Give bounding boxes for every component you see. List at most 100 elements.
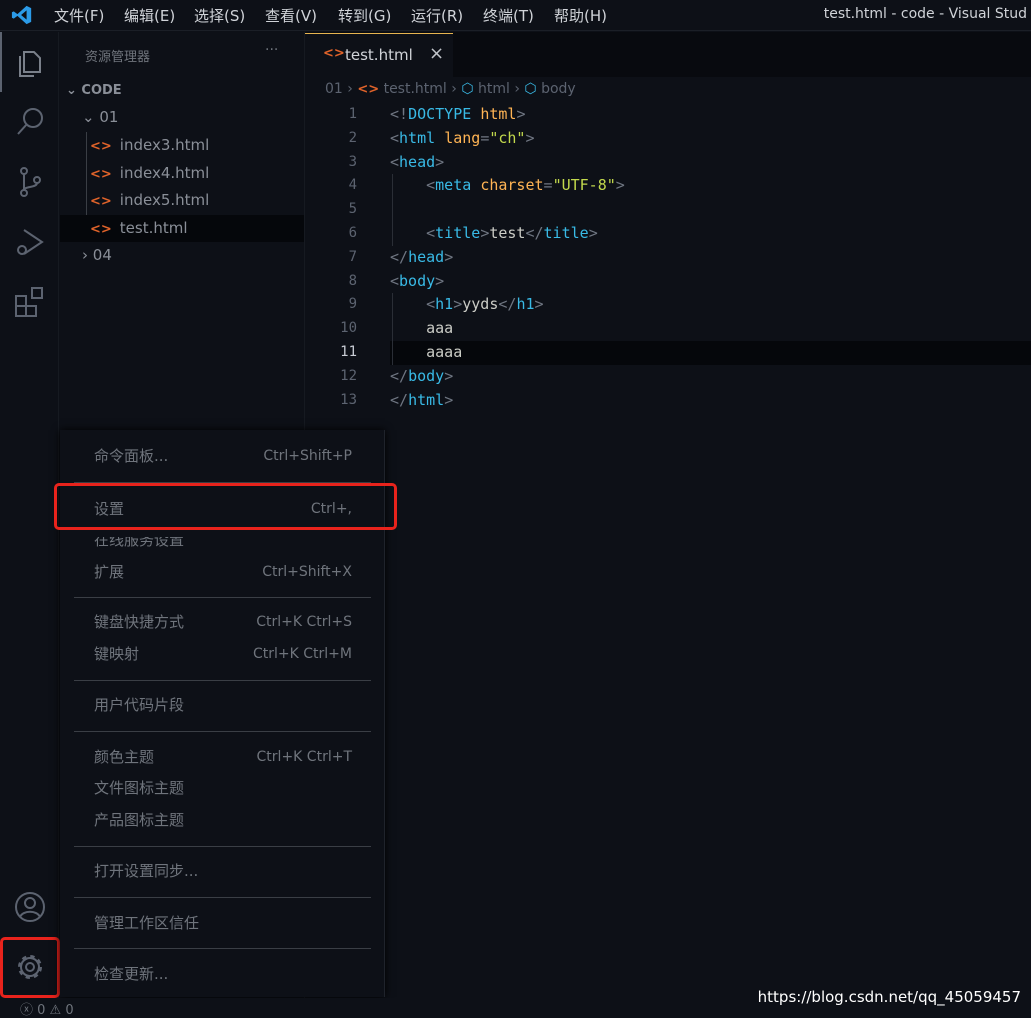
code-token: > <box>453 295 463 314</box>
code-line: <h1>yyds</h1> <box>390 295 544 314</box>
context-menu-item[interactable]: 打开设置同步... <box>94 859 352 883</box>
menu-item[interactable]: 选择(S) <box>194 5 245 26</box>
menu-separator <box>74 846 371 847</box>
code-token: = <box>543 176 553 195</box>
file-label: index4.html <box>119 163 210 182</box>
html-file-icon: <> <box>90 194 112 209</box>
menu-item[interactable]: 终端(T) <box>483 5 534 26</box>
current-line-highlight <box>390 341 1031 365</box>
window-title: test.html - code - Visual Stud <box>823 6 1027 22</box>
folder-04[interactable]: › 04 <box>82 242 112 269</box>
code-token: test <box>489 224 526 242</box>
line-number: 12 <box>340 367 357 384</box>
html-file-icon: <> <box>90 221 112 237</box>
context-menu-item[interactable]: 在线服务设置 <box>94 537 352 552</box>
file-item[interactable]: <> test.html <box>60 214 304 242</box>
code-token: < <box>390 128 400 147</box>
menu-item[interactable]: 编辑(E) <box>124 5 175 26</box>
code-token: </ <box>390 390 409 409</box>
folder-label: 01 <box>99 108 119 126</box>
context-menu-item[interactable]: 扩展 Ctrl+Shift+X <box>94 560 352 584</box>
html-file-icon: <> <box>323 46 345 61</box>
breadcrumb-body[interactable]: body <box>541 81 576 97</box>
breadcrumb-folder[interactable]: 01 <box>325 81 343 97</box>
run-debug-icon[interactable] <box>10 222 50 262</box>
folder-01[interactable]: ⌄ 01 <box>82 104 118 131</box>
tab-close-button[interactable]: × <box>429 43 444 64</box>
explorer-icon[interactable] <box>10 42 50 82</box>
code-token: > <box>444 366 454 385</box>
menu-item-label: 键盘快捷方式 <box>94 613 185 631</box>
activity-bar <box>0 32 60 998</box>
gear-icon[interactable] <box>10 947 50 987</box>
file-item[interactable]: <> index5.html <box>60 187 304 214</box>
workspace-root[interactable]: ⌄ CODE <box>66 77 122 104</box>
problems-indicator[interactable]: ⓧ 0 ⚠ 0 <box>20 999 74 1018</box>
code-line: <!DOCTYPE html> <box>390 105 525 123</box>
menu-item-label: 键映射 <box>94 645 140 663</box>
line-number: 4 <box>348 177 357 194</box>
code-editor[interactable]: 01 › <> test.html › ⬡ html › ⬡ body 1 <!D… <box>305 77 1031 998</box>
breadcrumb-html[interactable]: html <box>478 81 510 97</box>
menu-item-shortcut: Ctrl+K Ctrl+S <box>256 614 352 630</box>
menu-item-label: 用户代码片段 <box>94 696 185 714</box>
context-menu-item[interactable]: 命令面板... Ctrl+Shift+P <box>94 444 352 468</box>
code-token: > <box>615 176 625 195</box>
menu-separator <box>74 731 371 732</box>
menu-item-label: 管理工作区信任 <box>94 914 200 932</box>
search-icon[interactable] <box>10 102 50 142</box>
breadcrumb-file[interactable]: test.html <box>384 81 447 97</box>
menu-item-shortcut: Ctrl+Shift+X <box>262 564 352 580</box>
code-token: > <box>534 295 544 314</box>
menu-separator <box>74 597 371 598</box>
context-menu-item[interactable]: 管理工作区信任 <box>94 911 352 935</box>
context-menu-item[interactable]: 键映射 Ctrl+K Ctrl+M <box>94 642 352 666</box>
menu-item-label: 检查更新... <box>94 965 169 983</box>
context-menu-item[interactable]: 检查更新... <box>94 962 352 986</box>
file-item[interactable]: <> index3.html <box>60 132 304 159</box>
line-number: 5 <box>348 201 357 218</box>
code-token: aaaa <box>390 343 463 361</box>
code-token: h1 <box>516 295 535 314</box>
more-actions-button[interactable]: ··· <box>265 42 278 58</box>
context-menu-item[interactable]: 颜色主题 Ctrl+K Ctrl+T <box>94 745 352 769</box>
code-line: <head> <box>390 153 444 171</box>
context-menu-item[interactable]: 文件图标主题 <box>94 776 352 800</box>
code-token: title <box>435 224 481 242</box>
menu-item[interactable]: 帮助(H) <box>554 5 607 26</box>
context-menu-item[interactable]: 用户代码片段 <box>94 693 352 717</box>
line-number: 11 <box>340 344 357 360</box>
code-token: body <box>399 271 436 290</box>
element-icon: ⬡ <box>461 81 474 97</box>
code-token: > <box>516 105 526 123</box>
code-token: </ <box>390 366 409 385</box>
menu-item[interactable]: 文件(F) <box>54 5 104 26</box>
tab-test-html[interactable]: <> test.html × <box>305 33 453 77</box>
manage-context-menu: 命令面板... Ctrl+Shift+P 设置 Ctrl+, 在线服务设置 扩展 Ctrl+… <box>54 430 397 997</box>
menu-item[interactable]: 转到(G) <box>338 5 391 26</box>
menu-item[interactable]: 运行(R) <box>411 5 463 26</box>
context-menu-item[interactable]: 产品图标主题 <box>94 808 352 832</box>
file-item[interactable]: <> index4.html <box>60 160 304 187</box>
menu-item[interactable]: 查看(V) <box>265 5 317 26</box>
code-token: > <box>525 128 535 147</box>
context-menu-item[interactable]: 键盘快捷方式 Ctrl+K Ctrl+S <box>94 610 352 634</box>
account-icon[interactable] <box>10 887 50 927</box>
code-token: < <box>426 295 436 314</box>
source-control-icon[interactable] <box>10 162 50 202</box>
code-token: "ch" <box>489 128 526 147</box>
menu-item-label: 扩展 <box>94 563 125 581</box>
line-number: 7 <box>348 248 357 265</box>
code-line: <title>test</title> <box>390 224 598 242</box>
code-token: h1 <box>435 295 454 314</box>
code-line: </html> <box>390 391 453 409</box>
indent-guide <box>392 198 393 223</box>
menu-separator <box>74 897 371 898</box>
code-token: </ <box>525 224 544 242</box>
code-token: title <box>543 224 589 242</box>
menu-item-label: 文件图标主题 <box>94 779 185 797</box>
extensions-icon[interactable] <box>10 282 50 322</box>
menu-item-shortcut: Ctrl+K Ctrl+T <box>256 749 352 765</box>
